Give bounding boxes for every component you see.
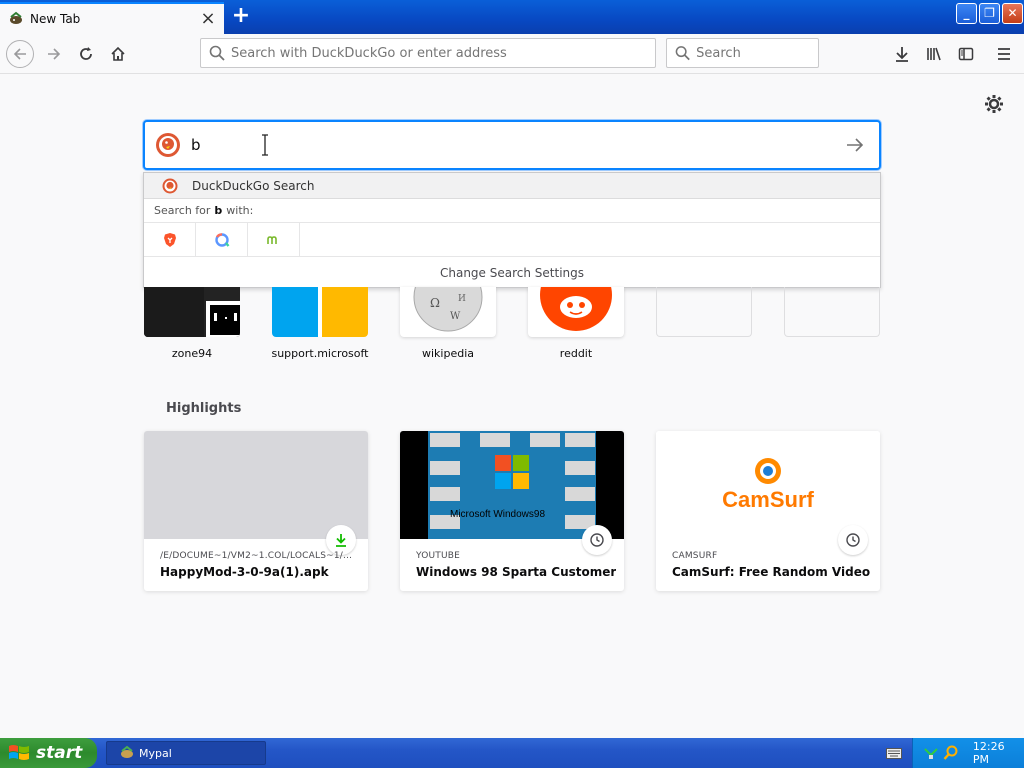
brave-icon[interactable] bbox=[144, 222, 196, 257]
top-site-label: wikipedia bbox=[421, 347, 474, 360]
new-tab-button[interactable]: + bbox=[228, 4, 254, 30]
mypal-favicon-icon bbox=[8, 11, 24, 27]
taskbar-item-label: Mypal bbox=[139, 746, 172, 760]
reddit-logo-icon bbox=[528, 287, 624, 337]
search-query-text: b bbox=[191, 136, 201, 154]
home-icon[interactable] bbox=[104, 40, 132, 68]
mypal-icon bbox=[119, 745, 135, 761]
top-site-thumbnail bbox=[144, 287, 240, 337]
page-search-box[interactable]: b bbox=[143, 120, 881, 170]
search-for-row: Search for b with: bbox=[144, 199, 880, 223]
card-title: CamSurf: Free Random Video Chat bbox=[672, 565, 872, 579]
tab-new-tab[interactable]: New Tab × bbox=[0, 2, 224, 34]
search-for-term: b bbox=[214, 204, 223, 217]
top-site-label: zone94 bbox=[171, 347, 213, 360]
top-site-label: support.microsoft bbox=[271, 347, 369, 360]
svg-text:Ω: Ω bbox=[430, 296, 440, 310]
card-thumbnail: Microsoft Windows98 bbox=[400, 431, 624, 539]
reload-icon[interactable] bbox=[72, 40, 100, 68]
start-button[interactable]: start bbox=[0, 738, 97, 768]
one-off-engines bbox=[144, 222, 880, 257]
card-thumbnail: CamSurf bbox=[656, 431, 880, 539]
taskbar: start Mypal 12:26 PM bbox=[0, 738, 1024, 768]
arrow-right-icon[interactable] bbox=[845, 135, 865, 155]
search-input[interactable] bbox=[696, 45, 818, 61]
card-title: HappyMod-3-0-9a(1).apk bbox=[160, 565, 329, 579]
card-thumb-text: Microsoft Windows98 bbox=[450, 509, 545, 520]
menu-icon[interactable] bbox=[990, 40, 1018, 68]
top-site-empty[interactable] bbox=[656, 287, 752, 337]
windows-flag-icon bbox=[8, 743, 30, 763]
empty-tile bbox=[656, 287, 752, 337]
address-input[interactable] bbox=[231, 45, 633, 61]
highlights-heading: Highlights bbox=[166, 401, 242, 416]
start-label: start bbox=[36, 743, 83, 763]
maximize-button[interactable]: ❐ bbox=[979, 3, 1000, 24]
mojeek-icon[interactable] bbox=[248, 222, 300, 257]
forward-icon[interactable] bbox=[40, 40, 68, 68]
duckduckgo-search-option[interactable]: DuckDuckGo Search bbox=[144, 173, 880, 199]
microsoft-logo-icon bbox=[272, 287, 368, 337]
sidebar-icon[interactable] bbox=[952, 40, 980, 68]
taskbar-item-mypal[interactable]: Mypal bbox=[106, 741, 266, 765]
top-site-label: reddit bbox=[559, 347, 593, 360]
search-bar[interactable] bbox=[666, 38, 819, 68]
qwant-icon[interactable] bbox=[196, 222, 248, 257]
clock[interactable]: 12:26 PM bbox=[973, 740, 1024, 766]
top-site-support-microsoft[interactable]: support.microsoft bbox=[271, 287, 369, 360]
search-for-suffix: with: bbox=[226, 204, 254, 217]
card-thumb-text: CamSurf bbox=[722, 487, 814, 512]
svg-text:W: W bbox=[450, 311, 461, 322]
duckduckgo-icon bbox=[162, 178, 178, 193]
tab-title: New Tab bbox=[30, 12, 81, 26]
top-site-empty[interactable] bbox=[784, 287, 880, 337]
search-icon bbox=[209, 45, 225, 61]
back-icon[interactable] bbox=[6, 40, 34, 68]
top-site-wikipedia[interactable]: ΩWИ wikipedia bbox=[400, 287, 496, 360]
minimize-button[interactable]: _ bbox=[956, 3, 977, 24]
engine-label: DuckDuckGo Search bbox=[192, 178, 315, 193]
text-cursor-icon bbox=[261, 134, 269, 156]
new-tab-page: b DuckDuckGo Search Search for b with: C… bbox=[0, 75, 1024, 738]
change-search-settings-button[interactable]: Change Search Settings bbox=[144, 257, 880, 288]
card-source: /E/DOCUME~1/VM2~1.COL/LOCALS~1/... bbox=[160, 551, 353, 561]
empty-tile bbox=[784, 287, 880, 337]
network-icon[interactable] bbox=[923, 745, 939, 761]
search-icon bbox=[675, 46, 690, 61]
address-bar[interactable] bbox=[200, 38, 656, 68]
tab-close-icon[interactable]: × bbox=[198, 9, 218, 29]
top-site-zone94[interactable]: zone94 bbox=[144, 287, 240, 360]
card-source: CAMSURF bbox=[672, 551, 718, 561]
highlight-card[interactable]: /E/DOCUME~1/VM2~1.COL/LOCALS~1/... Happy… bbox=[144, 431, 368, 591]
navigation-toolbar bbox=[0, 34, 1024, 74]
wikipedia-globe-icon: ΩWИ bbox=[400, 287, 496, 337]
highlight-card[interactable]: Microsoft Windows98 YOUTUBE Windows 98 S… bbox=[400, 431, 624, 591]
gear-icon[interactable] bbox=[984, 94, 1004, 114]
title-bar: New Tab × + _ ❐ ✕ bbox=[0, 0, 1024, 34]
search-suggestions-dropdown: DuckDuckGo Search Search for b with: Cha… bbox=[143, 172, 881, 288]
download-icon[interactable] bbox=[888, 40, 916, 68]
duckduckgo-icon bbox=[155, 132, 181, 158]
card-title: Windows 98 Sparta Customer 2.... bbox=[416, 565, 616, 579]
close-window-button[interactable]: ✕ bbox=[1002, 3, 1023, 24]
keyboard-icon[interactable] bbox=[886, 746, 902, 760]
system-tray: 12:26 PM bbox=[912, 738, 1024, 768]
card-thumbnail bbox=[144, 431, 368, 539]
highlight-card[interactable]: CamSurf CAMSURF CamSurf: Free Random Vid… bbox=[656, 431, 880, 591]
top-site-reddit[interactable]: reddit bbox=[528, 287, 624, 360]
search-tray-icon[interactable] bbox=[943, 745, 959, 761]
search-for-prefix: Search for bbox=[154, 204, 211, 217]
library-icon[interactable] bbox=[920, 40, 948, 68]
svg-text:И: И bbox=[458, 294, 466, 304]
card-source: YOUTUBE bbox=[416, 551, 461, 561]
